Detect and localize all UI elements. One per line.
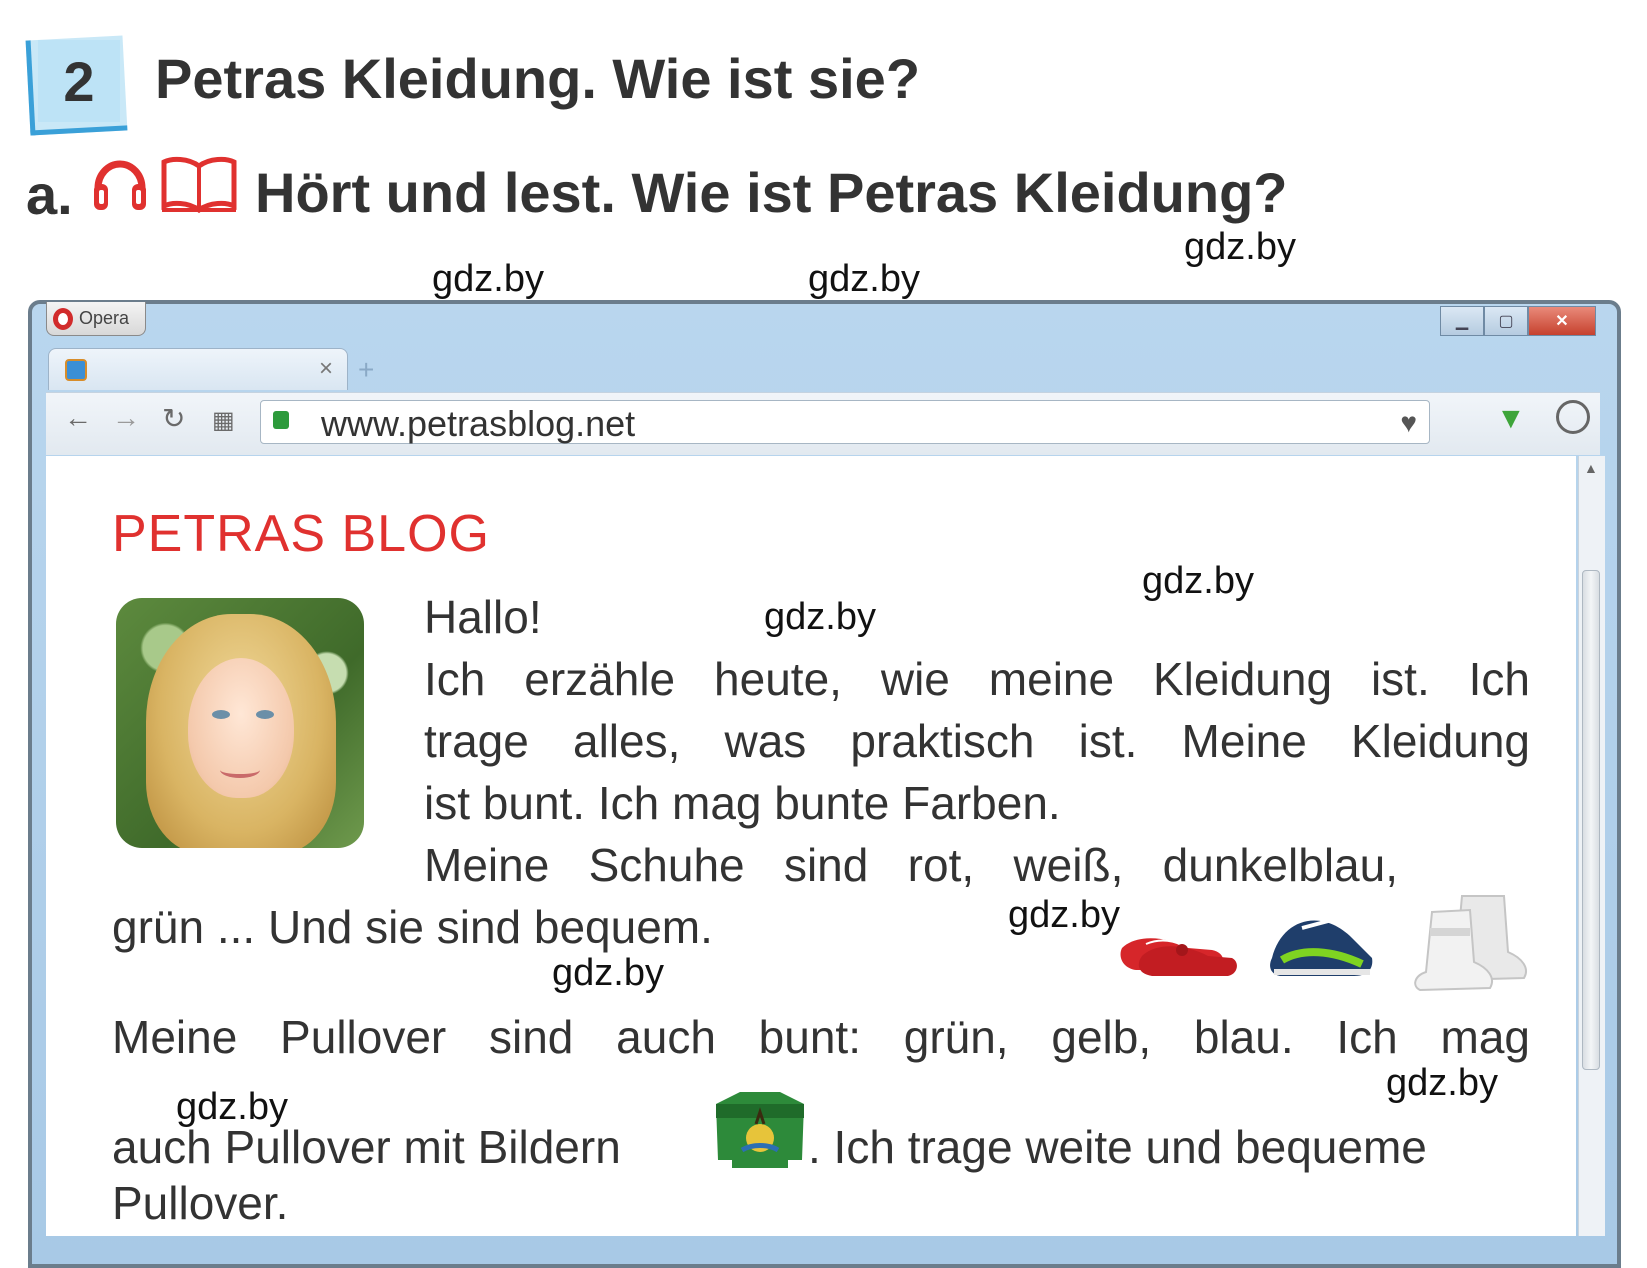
sweater-image — [716, 1092, 804, 1168]
red-shoes-image — [1120, 938, 1237, 976]
maximize-button[interactable]: ▢ — [1484, 306, 1528, 336]
blog-line: trage alles, was praktisch ist. Meine Kl… — [424, 715, 1530, 767]
task-title: Petras Kleidung. Wie ist sie? — [155, 47, 921, 110]
scrollbar-thumb[interactable] — [1582, 570, 1600, 1070]
new-tab-button[interactable]: + — [358, 354, 374, 386]
menu-icon[interactable] — [1556, 400, 1590, 434]
blog-line: . Ich trage weite und bequeme — [808, 1121, 1427, 1173]
lock-icon — [273, 411, 289, 429]
book-icon — [161, 156, 237, 214]
close-window-button[interactable]: ✕ — [1528, 306, 1596, 336]
blog-title: PETRAS BLOG — [112, 505, 490, 563]
watermark: gdz.by — [1142, 560, 1254, 602]
blog-line: Meine Pullover sind auch bunt: grün, gel… — [112, 1011, 1530, 1063]
tab-favicon-icon — [65, 359, 87, 381]
watermark: gdz.by — [808, 258, 920, 300]
tab-close-icon[interactable]: × — [319, 355, 333, 383]
address-bar[interactable]: www.petrasblog.net ♥ — [260, 400, 1430, 444]
reload-icon[interactable]: ↻ — [162, 402, 185, 435]
opera-label: Opera — [79, 308, 130, 328]
forward-arrow-icon[interactable]: → — [112, 402, 140, 434]
heart-icon[interactable]: ♥ — [1400, 407, 1417, 439]
blog-line: Ich erzähle heute, wie meine Kleidung is… — [424, 653, 1530, 705]
url-text: www.petrasblog.net — [321, 403, 636, 444]
watermark: gdz.by — [552, 952, 664, 994]
watermark: gdz.by — [1008, 894, 1120, 936]
headphones-icon — [94, 160, 146, 210]
watermark: gdz.by — [1184, 226, 1296, 268]
window-controls: ▁ ▢ ✕ — [1440, 306, 1596, 336]
white-boots-image — [1414, 895, 1527, 992]
blog-line: Meine Schuhe sind rot, weiß, dunkelblau, — [424, 839, 1398, 891]
avatar-photo — [116, 598, 364, 848]
task-number: 2 — [38, 40, 120, 122]
back-arrow-icon[interactable]: ← — [64, 402, 92, 434]
subtask-letter: a. — [26, 163, 73, 226]
blog-greeting: Hallo! — [424, 591, 542, 643]
minimize-button[interactable]: ▁ — [1440, 306, 1484, 336]
watermark: gdz.by — [1386, 1062, 1498, 1104]
download-icon[interactable]: ▼ — [1496, 402, 1526, 436]
watermark: gdz.by — [432, 258, 544, 300]
opera-logo-icon — [53, 307, 73, 330]
blog-line: grün ... Und sie sind bequem. — [112, 901, 713, 953]
watermark: gdz.by — [764, 596, 876, 638]
sneaker-image — [1270, 918, 1373, 976]
scroll-up-icon[interactable]: ▲ — [1584, 460, 1598, 476]
subtask-title: Hört und lest. Wie ist Petras Kleidung? — [255, 161, 1288, 224]
speed-dial-icon[interactable]: ▦ — [212, 406, 235, 435]
watermark: gdz.by — [176, 1086, 288, 1128]
browser-tab[interactable]: × — [48, 348, 348, 390]
opera-menu-button[interactable]: Opera — [46, 302, 146, 336]
blog-line: Pullover. — [112, 1177, 289, 1229]
blog-line: ist bunt. Ich mag bunte Farben. — [424, 777, 1061, 829]
